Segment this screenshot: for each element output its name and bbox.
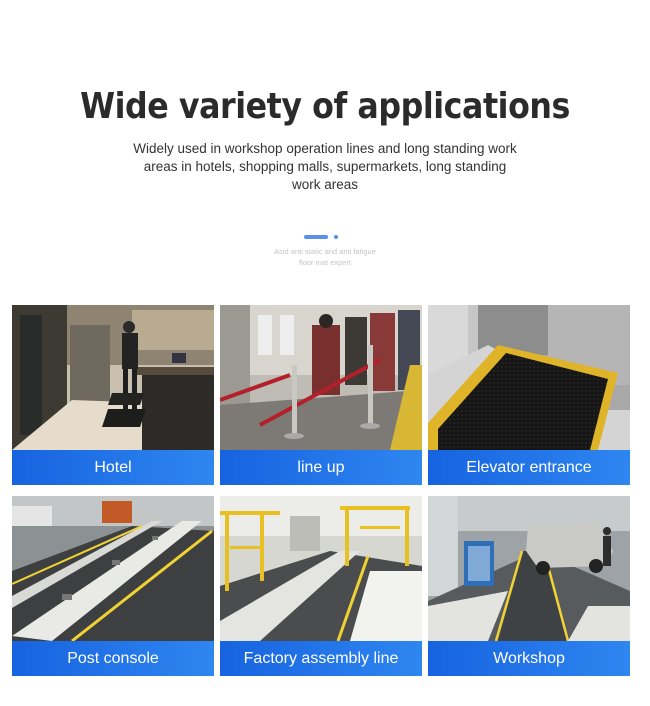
section-title: Wide variety of applications xyxy=(80,86,570,127)
workshop-photo xyxy=(428,496,630,641)
application-label: Elevator entrance xyxy=(428,450,630,485)
application-label: Hotel xyxy=(12,450,214,485)
application-card-hotel: Hotel xyxy=(12,305,214,485)
elevator-entrance-photo xyxy=(428,305,630,450)
application-label: line up xyxy=(220,450,422,485)
application-label: Workshop xyxy=(428,641,630,676)
application-card-elevator-entrance: Elevator entrance xyxy=(428,305,630,485)
inactive-dot xyxy=(334,235,338,239)
factory-assembly-line-photo xyxy=(220,496,422,641)
active-dot xyxy=(304,235,328,239)
section-description: Widely used in workshop operation lines … xyxy=(133,141,517,192)
application-label: Post console xyxy=(12,641,214,676)
hotel-photo xyxy=(12,305,214,450)
watermark-text: Asid anti static and anti fatigue floor … xyxy=(274,247,376,267)
line-up-photo xyxy=(220,305,422,450)
application-card-post-console: Post console xyxy=(12,496,214,676)
post-console-photo xyxy=(12,496,214,641)
application-card-workshop: Workshop xyxy=(428,496,630,676)
application-card-factory-assembly-line: Factory assembly line xyxy=(220,496,422,676)
application-card-line-up: line up xyxy=(220,305,422,485)
application-label: Factory assembly line xyxy=(220,641,422,676)
